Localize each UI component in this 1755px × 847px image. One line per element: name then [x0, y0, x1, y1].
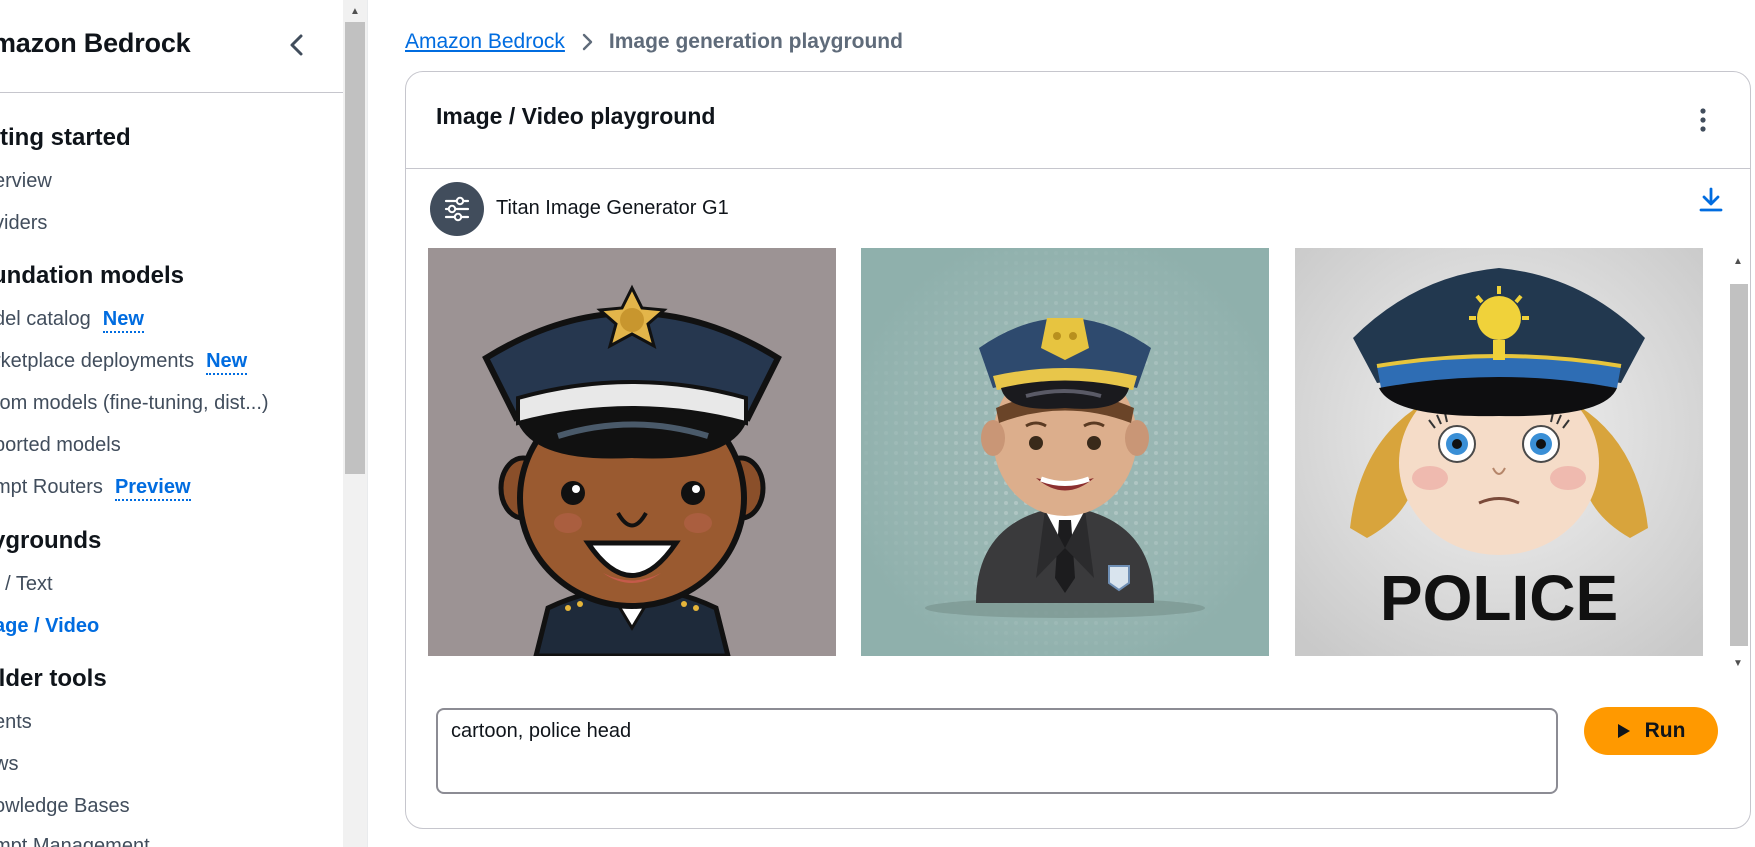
nav-item-imported-models[interactable]: ported models — [0, 434, 121, 457]
section-foundation-models[interactable]: undation models — [0, 262, 184, 290]
nav-item-providers[interactable]: viders — [0, 212, 47, 235]
collapse-sidebar-button[interactable] — [282, 28, 312, 62]
sidebar-scrollbar[interactable]: ▲ — [343, 0, 367, 847]
more-vertical-icon — [1700, 108, 1706, 132]
download-button[interactable] — [1694, 180, 1728, 220]
sidebar-divider — [0, 92, 343, 93]
scrollbar-thumb[interactable] — [345, 22, 365, 474]
section-builder-tools[interactable]: ilder tools — [0, 665, 107, 693]
nav-item-chat-text[interactable]: t / Text — [0, 573, 53, 596]
sliders-icon — [444, 196, 470, 222]
scrollbar-thumb[interactable] — [1730, 284, 1748, 646]
preview-badge: Preview — [114, 476, 191, 501]
brand-title[interactable]: mazon Bedrock — [0, 28, 191, 59]
nav-item-custom-models[interactable]: tom models (fine-tuning, dist...) — [0, 392, 269, 415]
prompt-input[interactable]: cartoon, police head — [436, 708, 1558, 794]
card-title: Image / Video playground — [436, 103, 716, 129]
scroll-up-arrow-icon[interactable]: ▲ — [1726, 250, 1750, 272]
model-name: Titan Image Generator G1 — [496, 197, 729, 219]
nav-item-image-video[interactable]: age / Video — [0, 615, 99, 638]
breadcrumb: Amazon Bedrock Image generation playgrou… — [405, 30, 903, 54]
playground-card: Image / Video playground Titan Image Gen… — [405, 71, 1751, 829]
nav-item-knowledge-bases[interactable]: owledge Bases — [0, 795, 130, 818]
nav-item-agents[interactable]: ents — [0, 711, 32, 734]
scroll-up-arrow-icon[interactable]: ▲ — [343, 0, 367, 22]
image-gallery: POLICE — [428, 248, 1728, 668]
nav-item-label: mpt Routers — [0, 476, 103, 498]
nav-item-model-catalog[interactable]: del catalog New — [0, 308, 144, 333]
sidebar: mazon Bedrock tting started erview vider… — [0, 0, 343, 847]
gallery-scrollbar[interactable]: ▲ ▼ — [1726, 248, 1750, 672]
play-icon — [1617, 724, 1630, 738]
main-divider — [367, 0, 368, 847]
nav-item-label: del catalog — [0, 308, 91, 330]
run-button[interactable]: Run — [1584, 707, 1718, 755]
chevron-left-icon — [290, 34, 303, 56]
breadcrumb-current: Image generation playground — [608, 30, 903, 53]
card-divider — [406, 168, 1750, 169]
new-badge: New — [102, 308, 144, 333]
nav-item-flows[interactable]: ws — [0, 753, 18, 776]
nav-item-prompt-management[interactable]: mpt Management — [0, 835, 150, 847]
nav-item-label: rketplace deployments — [0, 350, 195, 372]
generated-image-1[interactable] — [428, 248, 836, 656]
generated-image-3[interactable]: POLICE — [1295, 248, 1703, 656]
chevron-right-icon — [581, 32, 593, 52]
generated-image-2[interactable] — [861, 248, 1269, 656]
nav-item-prompt-routers[interactable]: mpt Routers Preview — [0, 476, 191, 501]
nav-item-marketplace-deployments[interactable]: rketplace deployments New — [0, 350, 248, 375]
run-label: Run — [1644, 719, 1686, 742]
section-playgrounds[interactable]: ygrounds — [0, 527, 101, 555]
model-settings-button[interactable] — [430, 182, 484, 236]
new-badge: New — [206, 350, 248, 375]
section-getting-started[interactable]: tting started — [0, 124, 131, 152]
scroll-down-arrow-icon[interactable]: ▼ — [1726, 652, 1750, 674]
nav-item-overview[interactable]: erview — [0, 170, 52, 193]
police-text: POLICE — [1380, 562, 1618, 634]
more-options-button[interactable] — [1688, 100, 1718, 140]
download-icon — [1699, 187, 1723, 212]
breadcrumb-root-link[interactable]: Amazon Bedrock — [405, 30, 565, 54]
